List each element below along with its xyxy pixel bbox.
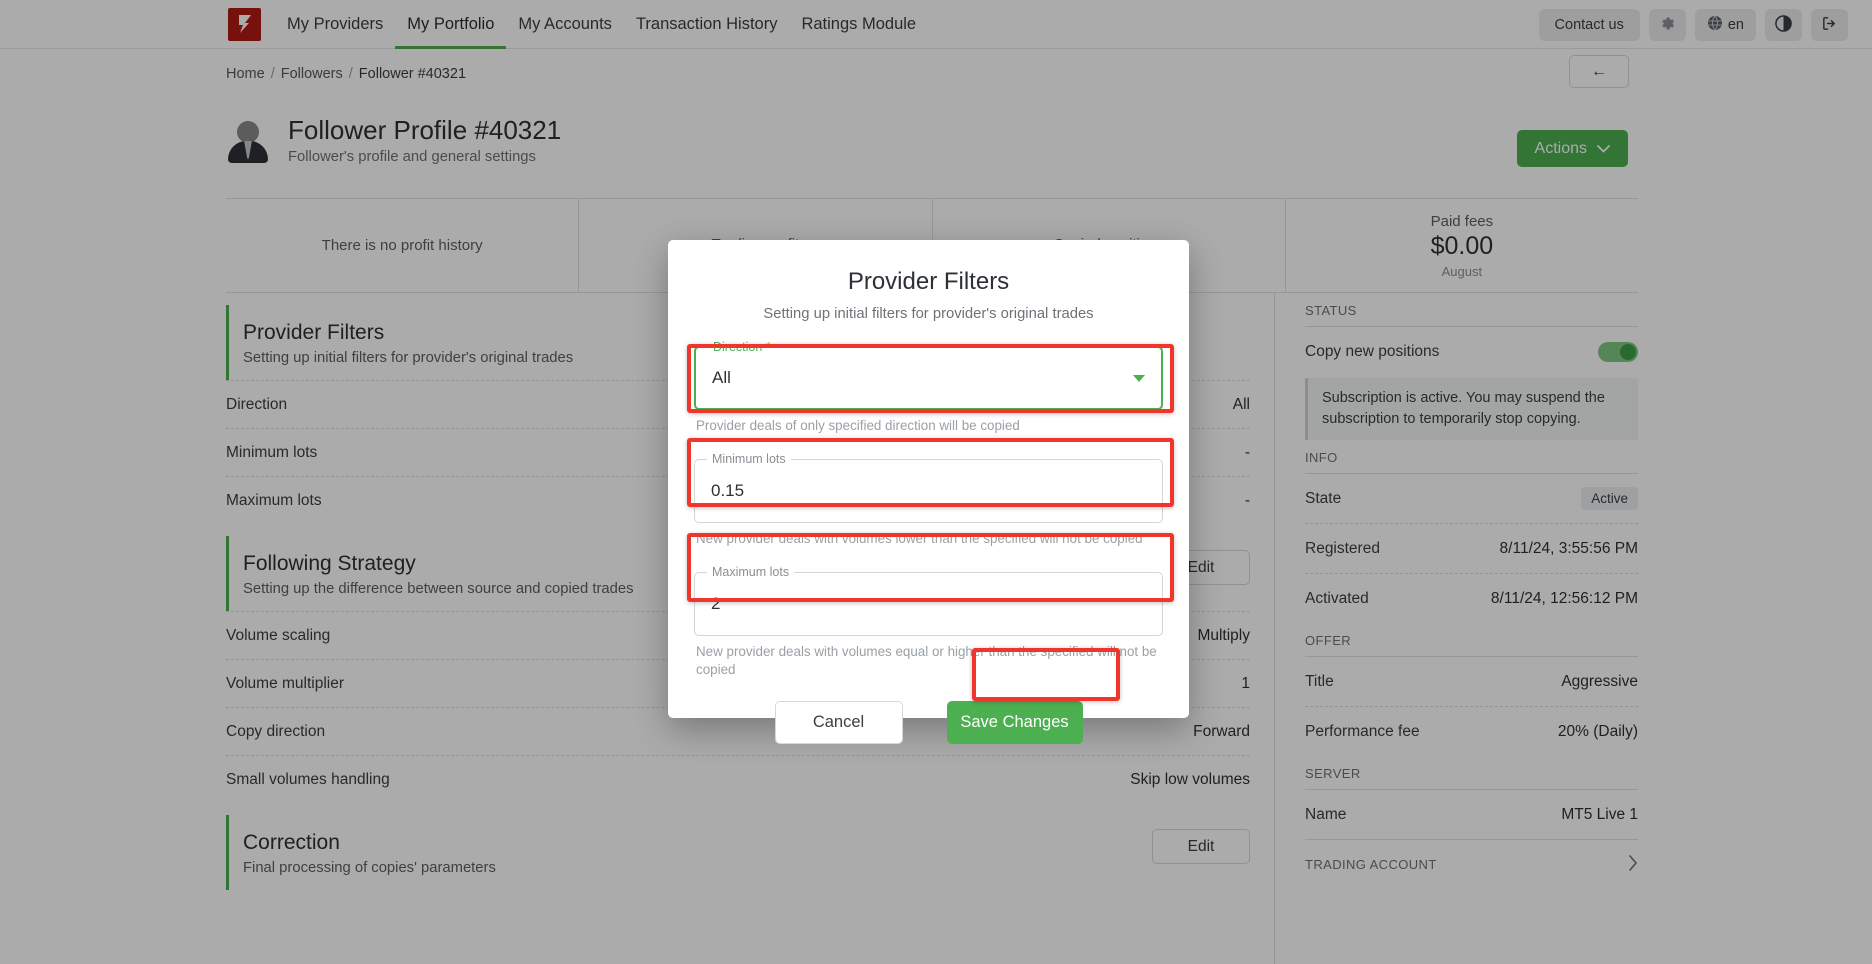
field-maximum-lots: Maximum lots 2 New provider deals with v…	[694, 565, 1163, 679]
maximum-lots-value: 2	[711, 594, 721, 614]
minimum-lots-label: Minimum lots	[707, 452, 791, 467]
required-asterisk: *	[765, 340, 771, 354]
field-direction: Direction * All Provider deals of only s…	[694, 340, 1163, 435]
save-changes-button[interactable]: Save Changes	[946, 701, 1083, 745]
field-minimum-lots: Minimum lots 0.15 New provider deals wit…	[694, 452, 1163, 548]
modal-action-row: Cancel Save Changes	[694, 701, 1163, 745]
minimum-lots-help-text: New provider deals with volumes lower th…	[696, 531, 1143, 547]
provider-filters-modal: Provider Filters Setting up initial filt…	[668, 240, 1189, 745]
minimum-lots-input[interactable]: Minimum lots 0.15	[694, 452, 1163, 524]
modal-title: Provider Filters	[847, 268, 1010, 295]
direction-label: Direction *	[708, 340, 776, 354]
direction-value: All	[712, 368, 731, 387]
maximum-lots-input[interactable]: Maximum lots 2	[694, 565, 1163, 637]
cancel-button[interactable]: Cancel	[774, 701, 903, 745]
direction-select[interactable]: Direction * All	[694, 340, 1163, 410]
minimum-lots-value: 0.15	[711, 481, 745, 501]
maximum-lots-help-text: New provider deals with volumes equal or…	[696, 644, 1157, 678]
direction-help-text: Provider deals of only specified directi…	[696, 418, 1020, 433]
modal-subtitle: Setting up initial filters for provider'…	[763, 306, 1094, 322]
chevron-down-icon[interactable]	[1133, 375, 1145, 382]
maximum-lots-label: Maximum lots	[707, 565, 795, 580]
